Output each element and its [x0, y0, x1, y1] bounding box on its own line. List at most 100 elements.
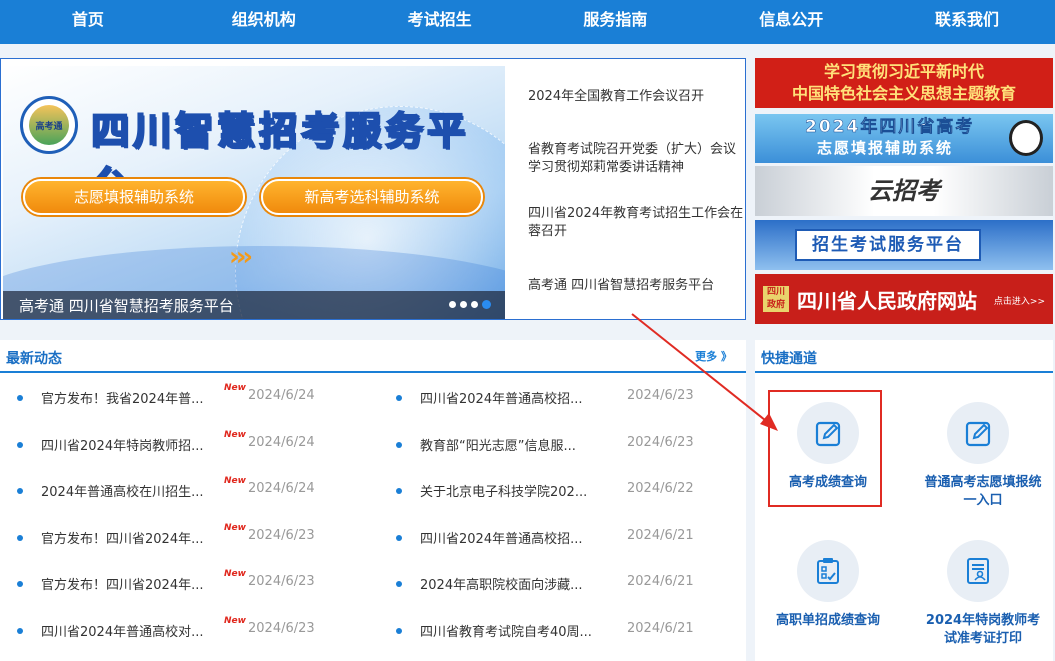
banner-news-item[interactable]: 高考通 四川省智慧招考服务平台 — [528, 277, 746, 295]
gaokao-volunteer-banner[interactable]: 2024年四川省高考 志愿填报辅助系统 — [755, 114, 1053, 163]
slide-dots — [449, 300, 491, 309]
clipboard-check-icon — [817, 558, 839, 584]
banner-news-item[interactable]: 2024年全国教育工作会议召开 — [528, 88, 746, 106]
news-item[interactable]: 四川省2024年普通高校对... New 2024/6/23 — [17, 616, 328, 641]
new-badge: New — [224, 569, 246, 579]
banner-news-item[interactable]: 四川省2024年教育考试招生工作会在蓉召开 — [528, 205, 746, 241]
news-title[interactable]: 四川省教育考试院自考40周... — [420, 621, 592, 640]
banner-news-item[interactable]: 省教育考试院召开党委（扩大）会议学习贯彻郑莉常委讲话精神 — [528, 141, 746, 177]
news-title[interactable]: 四川省2024年普通高校招... — [420, 388, 582, 407]
slide-caption-bar: 高考通 四川省智慧招考服务平台 — [3, 291, 505, 319]
bullet-icon — [396, 627, 402, 634]
sichuan-government-label: 四川省人民政府网站 — [797, 289, 977, 313]
vocational-score-query-link[interactable]: 高职单招成绩查询 — [763, 540, 893, 650]
theme-education-line2: 中国特色社会主义思想主题教育 — [791, 84, 1016, 103]
admission-service-platform-banner[interactable]: 招生考试服务平台 — [755, 220, 1053, 270]
click-enter-link[interactable]: 点击进入>> — [994, 294, 1045, 307]
edit-icon — [965, 421, 991, 447]
news-item[interactable]: 2024年高职院校面向涉藏... 2024/6/21 — [396, 574, 707, 594]
slide-dot[interactable] — [460, 301, 467, 308]
latest-news-panel: 最新动态 更多 》 官方发布！我省2024年普... New 2024/6/24 四川… — [0, 340, 746, 661]
news-item[interactable]: 2024年普通高校在川招生... New 2024/6/24 — [17, 476, 328, 501]
banner-slide[interactable]: 高考通 四川智慧招考服务平台 志愿填报辅助系统 新高考选科辅助系统 ››› 高考… — [3, 66, 505, 319]
bullet-icon — [396, 441, 402, 448]
news-title[interactable]: 关于北京电子科技学院202... — [420, 481, 587, 500]
news-title[interactable]: 官方发布！四川省2024年... — [41, 528, 203, 547]
news-item[interactable]: 四川省2024年普通高校招... 2024/6/23 — [396, 388, 707, 408]
bullet-icon — [17, 488, 23, 494]
news-date: 2024/6/23 — [248, 574, 315, 589]
news-title[interactable]: 教育部“阳光志愿”信息服... — [420, 435, 576, 454]
slide-dot[interactable] — [471, 301, 478, 308]
slide-caption: 高考通 四川省智慧招考服务平台 — [19, 297, 234, 315]
quick-item-label: 普通高考志愿填报统一入口 — [924, 475, 1042, 508]
news-item[interactable]: 四川省教育考试院自考40周... 2024/6/21 — [396, 621, 707, 641]
news-date: 2024/6/22 — [627, 481, 694, 496]
top-nav: 首页 组织机构 考试招生 服务指南 信息公开 联系我们 — [0, 0, 1055, 44]
news-item[interactable]: 官方发布！我省2024年普... New 2024/6/24 — [17, 383, 328, 408]
nav-exam-admission[interactable]: 考试招生 — [352, 0, 528, 44]
cloud-admission-banner[interactable]: 云招考 — [755, 166, 1053, 216]
new-badge: New — [224, 429, 246, 440]
subject-selection-button[interactable]: 新高考选科辅助系统 — [261, 179, 483, 215]
news-date: 2024/6/21 — [627, 620, 694, 636]
nav-contact[interactable]: 联系我们 — [879, 0, 1055, 44]
news-date: 2024/6/23 — [627, 434, 694, 450]
highlight-box — [768, 390, 882, 507]
news-date: 2024/6/21 — [627, 574, 694, 589]
news-item[interactable]: 四川省2024年普通高校招... 2024/6/21 — [396, 528, 707, 548]
news-date: 2024/6/21 — [627, 527, 694, 543]
quick-item-label: 2024年特岗教师考试准考证打印 — [925, 613, 1041, 646]
nav-organization[interactable]: 组织机构 — [176, 0, 352, 44]
edit-icon-circle — [947, 402, 1009, 464]
slide-dot[interactable] — [449, 301, 456, 308]
news-item[interactable]: 教育部“阳光志愿”信息服... 2024/6/23 — [396, 435, 707, 455]
bullet-icon — [17, 534, 23, 541]
new-badge: New — [224, 476, 246, 486]
theme-education-banner[interactable]: 学习贯彻习近平新时代 中国特色社会主义思想主题教育 — [755, 58, 1053, 108]
bullet-icon — [396, 395, 402, 401]
news-title[interactable]: 四川省2024年普通高校对... — [41, 621, 203, 640]
banner-section: 高考通 四川智慧招考服务平台 志愿填报辅助系统 新高考选科辅助系统 ››› 高考… — [0, 58, 746, 320]
admission-ticket-print-link[interactable]: 2024年特岗教师考试准考证打印 — [913, 540, 1043, 650]
news-title[interactable]: 官方发布！四川省2024年... — [41, 574, 203, 593]
news-title[interactable]: 四川省2024年普通高校招... — [420, 528, 582, 547]
slide-dot-active[interactable] — [482, 300, 491, 309]
id-card-icon — [967, 558, 989, 584]
nav-service-guide[interactable]: 服务指南 — [527, 0, 703, 44]
sichuan-government-banner[interactable]: 四川 政府 四川省人民政府网站 点击进入>> — [755, 274, 1053, 324]
news-title[interactable]: 官方发布！我省2024年普... — [41, 388, 203, 407]
news-date: 2024/6/23 — [627, 388, 694, 403]
chevron-arrows-icon: ››› — [229, 242, 253, 272]
news-title[interactable]: 2024年高职院校面向涉藏... — [420, 574, 582, 593]
quick-access-title: 快捷通道 — [761, 351, 817, 367]
nav-home[interactable]: 首页 — [0, 0, 176, 44]
logo-seal-icon: 高考通 — [20, 96, 78, 154]
bullet-icon — [396, 488, 402, 494]
quick-item-label: 高职单招成绩查询 — [775, 613, 880, 628]
banner-news-list: 2024年全国教育工作会议召开 省教育考试院召开党委（扩大）会议学习贯彻郑莉常委… — [511, 59, 747, 319]
nav-info-disclosure[interactable]: 信息公开 — [703, 0, 879, 44]
news-date: 2024/6/24 — [248, 388, 315, 403]
news-item[interactable]: 四川省2024年特岗教师招... New 2024/6/24 — [17, 430, 328, 455]
new-badge: New — [224, 383, 246, 393]
news-date: 2024/6/23 — [248, 527, 315, 543]
volunteer-system-button[interactable]: 志愿填报辅助系统 — [23, 179, 245, 215]
admission-service-platform-label: 招生考试服务平台 — [795, 229, 981, 261]
news-date: 2024/6/24 — [248, 434, 315, 450]
news-item[interactable]: 官方发布！四川省2024年... New 2024/6/23 — [17, 523, 328, 548]
news-item[interactable]: 官方发布！四川省2024年... New 2024/6/23 — [17, 569, 328, 594]
bullet-icon — [17, 581, 23, 587]
latest-news-header: 最新动态 更多 》 — [0, 340, 746, 373]
clipboard-icon-circle — [797, 540, 859, 602]
news-title[interactable]: 四川省2024年特岗教师招... — [41, 435, 203, 454]
news-item[interactable]: 关于北京电子科技学院202... 2024/6/22 — [396, 481, 707, 501]
theme-education-line1: 学习贯彻习近平新时代 — [823, 62, 984, 81]
news-date: 2024/6/24 — [248, 481, 315, 496]
seal-text: 高考通 — [29, 105, 69, 145]
news-title[interactable]: 2024年普通高校在川招生... — [41, 481, 203, 500]
bullet-icon — [17, 627, 23, 634]
volunteer-entry-link[interactable]: 普通高考志愿填报统一入口 — [913, 402, 1043, 512]
gov-emblem-icon: 四川 政府 — [763, 286, 789, 312]
more-link[interactable]: 更多 》 — [695, 348, 732, 364]
